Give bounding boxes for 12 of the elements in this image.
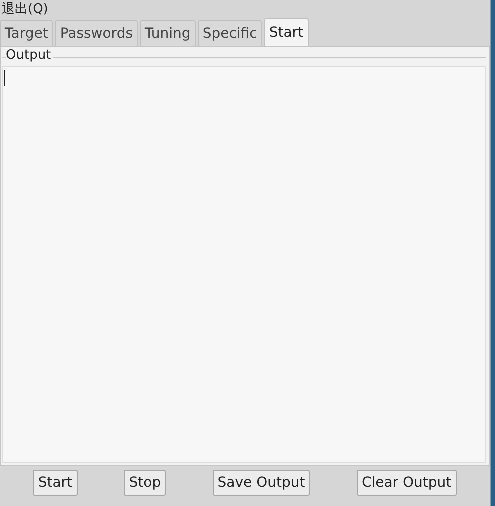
action-button[interactable]: Stop <box>124 470 166 496</box>
tab[interactable]: Tuning <box>140 20 196 46</box>
action-button[interactable]: Start <box>33 470 78 496</box>
action-button[interactable]: Save Output <box>212 470 310 496</box>
tab[interactable]: Passwords <box>55 20 138 46</box>
text-cursor <box>4 70 5 86</box>
action-button[interactable]: Clear Output <box>356 470 457 496</box>
tab[interactable]: Target <box>0 20 54 46</box>
tab[interactable]: Specific <box>198 20 262 46</box>
tab[interactable]: Start <box>264 18 309 46</box>
group-title: Output <box>6 48 54 64</box>
menu-item[interactable]: 退出(Q) <box>2 0 48 18</box>
